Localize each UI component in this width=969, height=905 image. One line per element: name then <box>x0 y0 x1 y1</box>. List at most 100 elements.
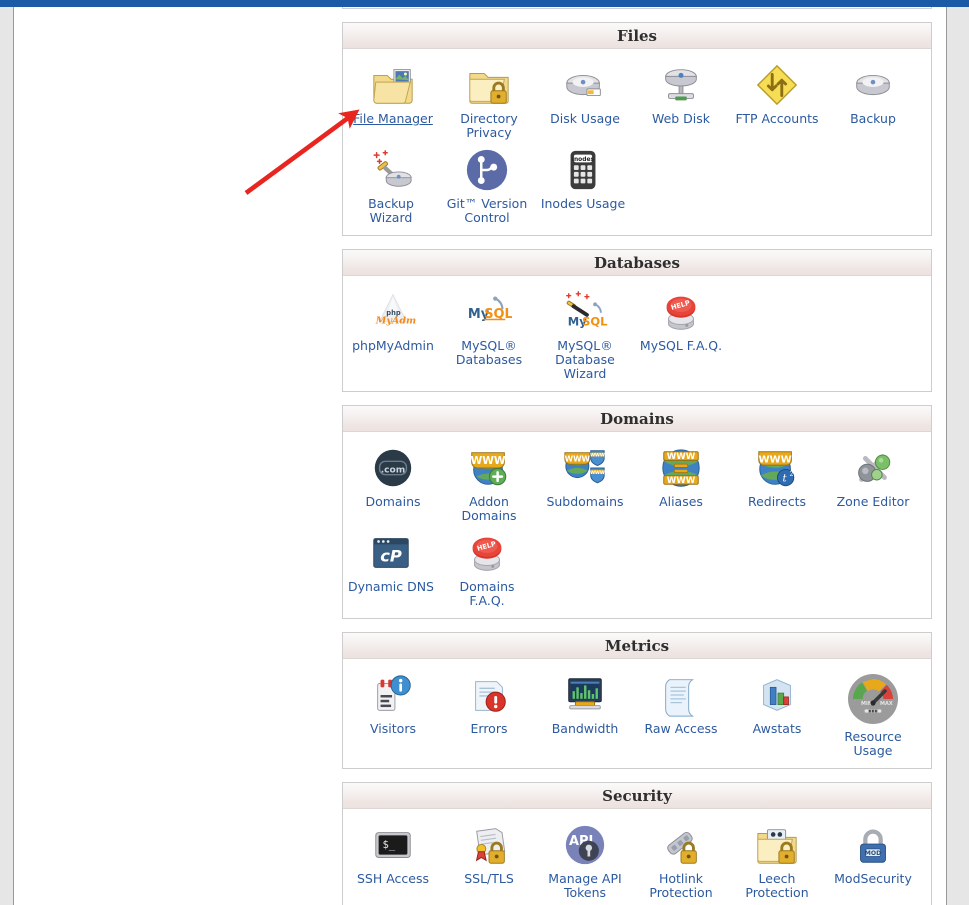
api-key-icon: API <box>561 821 609 869</box>
tile-mysql-f-a-q[interactable]: HELP MySQL F.A.Q. <box>633 282 729 381</box>
hotlink-lock-icon <box>657 821 705 869</box>
panel-above-files-stub <box>342 7 932 9</box>
tile-label-git-version-control: Git™ Version Control <box>446 196 528 225</box>
panel-domains: Domains .com Domains WWW Addon Domains WW… <box>342 405 932 619</box>
tile-subdomains[interactable]: WWW WWW WWW Subdomains <box>537 438 633 523</box>
tile-label-phpmyadmin: phpMyAdmin <box>352 338 434 353</box>
panel-metrics: Metrics Visitors Errors Bandwidth Raw Ac… <box>342 632 932 769</box>
tile-ssh-access[interactable]: $_ SSH Access <box>345 815 441 900</box>
tile-disk-usage[interactable]: Disk Usage <box>537 55 633 140</box>
svg-text:WWW: WWW <box>565 454 591 463</box>
tile-redirects[interactable]: WWW t 2 Redirects <box>729 438 825 523</box>
svg-text:MyAdmin: MyAdmin <box>375 316 416 327</box>
svg-text:cP: cP <box>380 547 402 566</box>
www-globe-plus-icon: WWW <box>465 444 513 492</box>
tile-leech-protection[interactable]: Leech Protection <box>729 815 825 900</box>
www-equals-icon: WWW WWW <box>657 444 705 492</box>
tile-label-web-disk: Web Disk <box>651 111 711 126</box>
svg-text:WWW: WWW <box>590 470 605 476</box>
tile-manage-api-tokens[interactable]: API Manage API Tokens <box>537 815 633 900</box>
tile-label-zone-editor: Zone Editor <box>836 494 910 509</box>
tile-label-mysql-databases: MySQL® Databases <box>455 338 523 367</box>
panel-body-security: $_ SSH Access SSL/TLS API Manage API Toke… <box>343 809 931 905</box>
tile-ftp-accounts[interactable]: FTP Accounts <box>729 55 825 140</box>
tile-domains[interactable]: .com Domains <box>345 438 441 523</box>
tile-addon-domains[interactable]: WWW Addon Domains <box>441 438 537 523</box>
tile-label-aliases: Aliases <box>659 494 703 509</box>
panel-title-domains: Domains <box>343 406 931 432</box>
tile-directory-privacy[interactable]: Directory Privacy <box>441 55 537 140</box>
icon-grid-security: $_ SSH Access SSL/TLS API Manage API Toke… <box>343 815 931 900</box>
tile-inodes-usage[interactable]: inodes Inodes Usage <box>535 140 631 225</box>
tile-label-redirects: Redirects <box>747 494 807 509</box>
svg-text:WWW: WWW <box>758 454 791 465</box>
dot-com-circle-icon: .com <box>369 444 417 492</box>
cpanel-panel-column: Files File Manager Directory Privacy Dis… <box>342 7 932 905</box>
panel-title-metrics: Metrics <box>343 633 931 659</box>
panel-body-files: File Manager Directory Privacy Disk Usag… <box>343 49 931 235</box>
leech-folder-icon <box>753 821 801 869</box>
tile-label-disk-usage: Disk Usage <box>550 111 620 126</box>
svg-text:WWW: WWW <box>590 453 605 459</box>
cpanel-page: Files File Manager Directory Privacy Dis… <box>15 7 946 905</box>
svg-text:MIN: MIN <box>861 701 872 707</box>
phpmyadmin-icon: php MyAdmin <box>369 288 417 336</box>
tile-label-mysql-database-wizard: MySQL® Database Wizard <box>555 338 615 381</box>
tile-mysql-database-wizard[interactable]: My SQL MySQL® Database Wizard <box>537 282 633 381</box>
svg-text:MAX: MAX <box>880 701 893 707</box>
panel-body-databases: php MyAdmin phpMyAdmin My SQL MySQL® Data… <box>343 276 931 391</box>
svg-text:WWW: WWW <box>667 476 696 486</box>
browser-top-bar <box>0 0 969 7</box>
tile-label-ssl-tls: SSL/TLS <box>464 871 514 886</box>
backup-wizard-icon <box>367 146 415 194</box>
right-page-gutter[interactable] <box>946 7 969 905</box>
tile-raw-access[interactable]: Raw Access <box>633 665 729 758</box>
bandwidth-chart-icon <box>561 671 609 719</box>
tile-ssl-tls[interactable]: SSL/TLS <box>441 815 537 900</box>
tile-label-manage-api-tokens: Manage API Tokens <box>548 871 622 900</box>
folder-lock-icon <box>465 61 513 109</box>
icon-grid-metrics: Visitors Errors Bandwidth Raw Access Aws… <box>343 665 931 758</box>
tile-mysql-databases[interactable]: My SQL MySQL® Databases <box>441 282 537 381</box>
tile-backup[interactable]: Backup <box>825 55 921 140</box>
tile-bandwidth[interactable]: Bandwidth <box>537 665 633 758</box>
inodes-calculator-icon: inodes <box>559 146 607 194</box>
zone-editor-icon <box>849 444 897 492</box>
svg-text:WWW: WWW <box>667 452 696 462</box>
tile-label-backup-wizard: Backup Wizard <box>368 196 414 225</box>
awstats-bars-icon <box>753 671 801 719</box>
panel-title-databases: Databases <box>343 250 931 276</box>
tile-modsecurity[interactable]: MOD ModSecurity <box>825 815 921 900</box>
tile-visitors[interactable]: Visitors <box>345 665 441 758</box>
tile-dynamic-dns[interactable]: cP Dynamic DNS <box>343 523 439 608</box>
tile-errors[interactable]: Errors <box>441 665 537 758</box>
panel-files: Files File Manager Directory Privacy Dis… <box>342 22 932 236</box>
tile-backup-wizard[interactable]: Backup Wizard <box>343 140 439 225</box>
svg-text:MOD: MOD <box>865 850 881 857</box>
tile-web-disk[interactable]: Web Disk <box>633 55 729 140</box>
tile-resource-usage[interactable]: MIN MAX Resource Usage <box>825 665 921 758</box>
gauge-icon: MIN MAX <box>845 671 901 727</box>
disk-icon <box>849 61 897 109</box>
tile-aliases[interactable]: WWW WWW Aliases <box>633 438 729 523</box>
tile-label-inodes-usage: Inodes Usage <box>540 196 626 211</box>
www-shields-icon: WWW WWW WWW <box>561 444 609 492</box>
tile-zone-editor[interactable]: Zone Editor <box>825 438 921 523</box>
tile-label-subdomains: Subdomains <box>546 494 624 509</box>
tile-phpmyadmin[interactable]: php MyAdmin phpMyAdmin <box>345 282 441 381</box>
folder-image-icon <box>369 61 417 109</box>
www-redirect-icon: WWW t 2 <box>753 444 801 492</box>
tile-file-manager[interactable]: File Manager <box>345 55 441 140</box>
tile-label-bandwidth: Bandwidth <box>551 721 619 736</box>
tile-domains-f-a-q[interactable]: HELP Domains F.A.Q. <box>439 523 535 608</box>
terminal-icon: $_ <box>369 821 417 869</box>
tile-label-directory-privacy: Directory Privacy <box>460 111 518 140</box>
tile-git-version-control[interactable]: Git™ Version Control <box>439 140 535 225</box>
tile-hotlink-protection[interactable]: Hotlink Protection <box>633 815 729 900</box>
icon-grid-domains: .com Domains WWW Addon Domains WWW WWW WW… <box>343 438 931 608</box>
svg-text:SQL: SQL <box>582 314 608 328</box>
tile-label-ssh-access: SSH Access <box>356 871 430 886</box>
tile-label-file-manager: File Manager <box>353 111 433 126</box>
panel-databases: Databases php MyAdmin phpMyAdmin My SQL M… <box>342 249 932 392</box>
tile-awstats[interactable]: Awstats <box>729 665 825 758</box>
